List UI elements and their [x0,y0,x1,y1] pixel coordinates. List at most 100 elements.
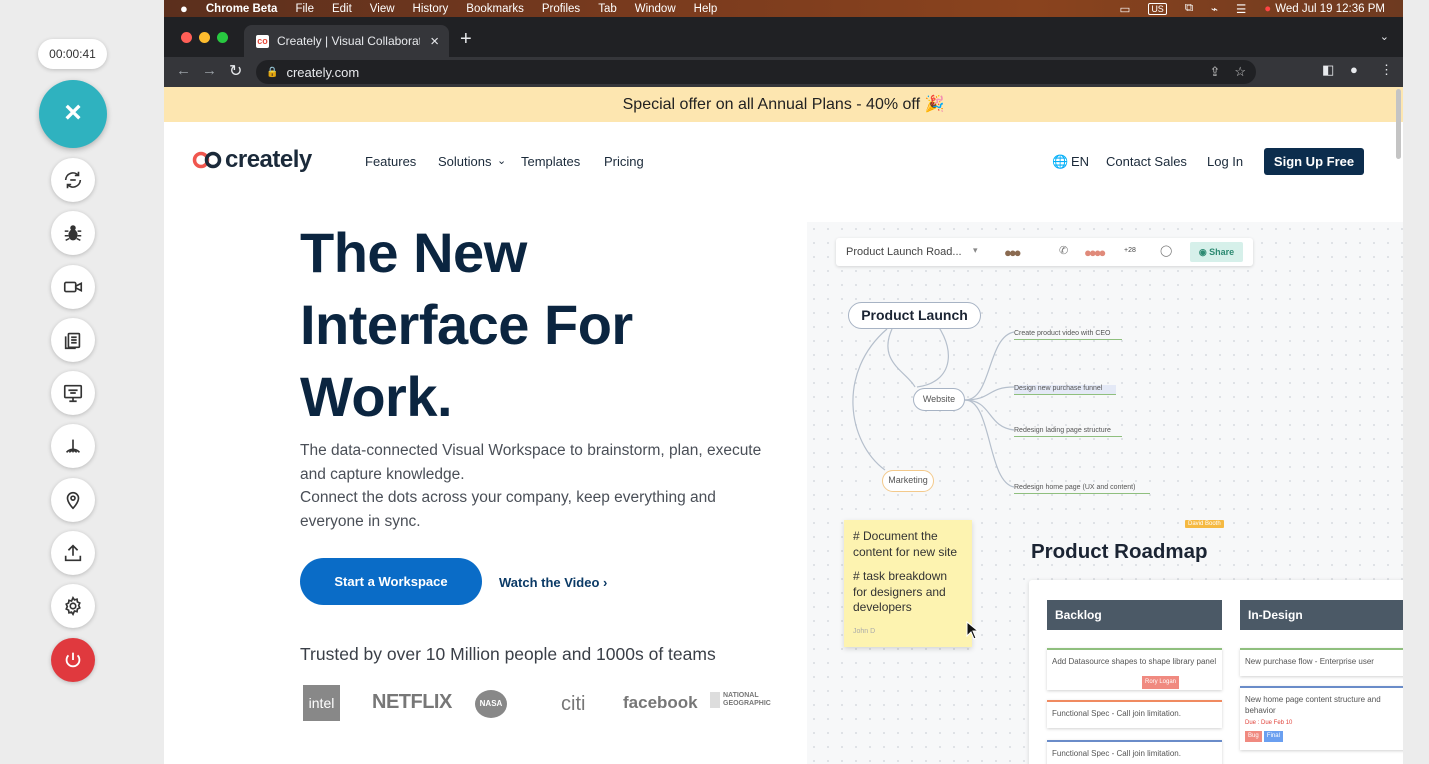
nav-solutions[interactable]: Solutions [438,154,491,169]
kanban-card[interactable]: New home page content structure and beha… [1240,686,1403,750]
input-source[interactable]: US [1148,2,1167,15]
address-bar[interactable]: 🔒 creately.com ⇪ ☆ [256,60,1256,84]
signal-button[interactable] [51,424,95,468]
close-recording-button[interactable]: × [39,80,107,148]
column-header-backlog[interactable]: Backlog [1047,600,1222,630]
mindmap-root-node[interactable]: Product Launch [848,302,981,329]
sticky-line: # Document the content for new site [853,529,958,559]
kanban-card[interactable]: Functional Spec - Call join limitation. [1047,700,1222,728]
menu-history[interactable]: History [413,3,449,15]
signup-button[interactable]: Sign Up Free [1264,148,1364,175]
hero-line: The New [300,221,527,284]
browser-toolbar: ← → ↻ 🔒 creately.com ⇪ ☆ ◧ ● ⋮ [164,57,1403,87]
nav-templates[interactable]: Templates [521,154,580,169]
settings-button[interactable] [51,584,95,628]
copy-button[interactable] [51,318,95,362]
promo-banner[interactable]: Special offer on all Annual Plans - 40% … [164,87,1403,122]
site-navbar: creately Features Solutions ⌄ Templates … [164,122,1403,200]
browser-tab-bar: co Creately | Visual Collaboration × + ⌄ [164,17,1403,57]
location-button[interactable] [51,478,95,522]
menu-file[interactable]: File [295,3,314,15]
creately-logo[interactable]: creately [192,146,312,174]
bookmark-star-icon[interactable]: ☆ [1234,64,1246,80]
camera-button[interactable] [51,265,95,309]
mindmap-leaf[interactable]: Redesign lading page structure [1014,427,1122,437]
kanban-card[interactable]: Functional Spec - Call join limitation. [1047,740,1222,764]
product-canvas-preview: Product Launch Road... ▾ ●●● ✆ ●●●● +28 … [807,222,1403,764]
lock-icon: 🔒 [266,66,279,78]
card-due-date: Due : Due Feb 10 [1245,720,1293,726]
menu-window[interactable]: Window [635,3,676,15]
mindmap-marketing-node[interactable]: Marketing [882,470,934,492]
record-indicator-icon: ● [1264,2,1272,15]
tab-close-icon[interactable]: × [430,33,439,50]
kanban-card[interactable]: Add Datasource shapes to shape library p… [1047,648,1222,690]
screen-mirror-icon[interactable]: ▭ [1119,2,1130,16]
sticky-author: John D [853,627,876,635]
mindmap-leaf[interactable]: Redesign home page (UX and content) [1014,484,1150,494]
card-text: Functional Spec - Call join limitation. [1052,749,1181,758]
power-icon [65,652,81,668]
screen-share-button[interactable] [51,371,95,415]
upload-icon [64,544,82,562]
menu-profiles[interactable]: Profiles [542,3,580,15]
apple-icon[interactable]: ● [180,1,188,16]
menu-view[interactable]: View [370,3,395,15]
tab-title: Creately | Visual Collaboration [277,34,420,48]
nav-pricing[interactable]: Pricing [604,154,644,169]
forward-arrow-icon[interactable]: → [202,62,217,79]
kanban-board: Backlog In-Design Add Datasource shapes … [1029,580,1403,764]
control-center-icon[interactable]: ☰ [1236,2,1246,16]
contact-sales-link[interactable]: Contact Sales [1106,154,1187,169]
copy-icon [64,332,81,350]
card-assignee-tag: Rory Logan [1142,676,1180,689]
netflix-logo: NETFLIX [372,691,452,713]
mindmap-leaf[interactable]: Create product video with CEO [1014,330,1122,340]
window-zoom-button[interactable] [217,32,228,43]
profile-icon[interactable]: ● [1350,62,1358,77]
chevron-down-icon[interactable]: ⌄ [497,154,506,167]
nav-features[interactable]: Features [365,154,416,169]
kanban-card[interactable]: New purchase flow - Enterprise user [1240,648,1403,676]
nasa-logo: NASA [475,690,507,718]
signal-icon [65,439,81,454]
window-close-button[interactable] [181,32,192,43]
share-page-icon[interactable]: ⇪ [1209,64,1220,80]
app-menu[interactable]: Chrome Beta [206,3,278,15]
upload-button[interactable] [51,531,95,575]
sticky-note[interactable]: # Document the content for new site # ta… [844,520,972,647]
mindmap-website-node[interactable]: Website [913,388,965,411]
menu-tab[interactable]: Tab [598,3,617,15]
hero-heading: The New Interface For Work. [300,217,760,433]
side-panel-icon[interactable]: ◧ [1322,62,1334,78]
wifi-off-icon[interactable]: ⌁ [1211,2,1218,16]
menu-bookmarks[interactable]: Bookmarks [466,3,524,15]
restart-button[interactable] [51,158,95,202]
reload-icon[interactable]: ↻ [229,61,242,81]
card-text: Functional Spec - Call join limitation. [1052,709,1181,718]
mindmap-leaf[interactable]: Design new purchase funnel [1014,385,1116,395]
location-pin-icon [66,491,80,510]
new-tab-button[interactable]: + [460,28,472,51]
card-text: Add Datasource shapes to shape library p… [1052,657,1217,666]
window-icon[interactable]: ⧉ [1185,2,1193,15]
hero-subtitle: The data-connected Visual Workspace to b… [300,439,770,533]
tab-search-chevron-icon[interactable]: ⌄ [1380,30,1389,43]
menu-edit[interactable]: Edit [332,3,352,15]
browser-menu-icon[interactable]: ⋮ [1380,62,1393,78]
creately-logo-icon [192,151,222,169]
bug-report-button[interactable] [51,211,95,255]
browser-tab[interactable]: co Creately | Visual Collaboration × [244,25,449,57]
creately-favicon-icon: co [256,34,269,48]
watch-video-link[interactable]: Watch the Video › [499,575,607,590]
power-button[interactable] [51,638,95,682]
back-arrow-icon[interactable]: ← [176,62,191,79]
globe-icon[interactable]: 🌐 [1052,154,1068,170]
close-icon: × [64,96,82,129]
language-selector[interactable]: EN [1071,154,1089,169]
login-link[interactable]: Log In [1207,154,1243,169]
window-minimize-button[interactable] [199,32,210,43]
menu-help[interactable]: Help [694,3,718,15]
column-header-in-design[interactable]: In-Design [1240,600,1403,630]
start-workspace-button[interactable]: Start a Workspace [300,558,482,605]
